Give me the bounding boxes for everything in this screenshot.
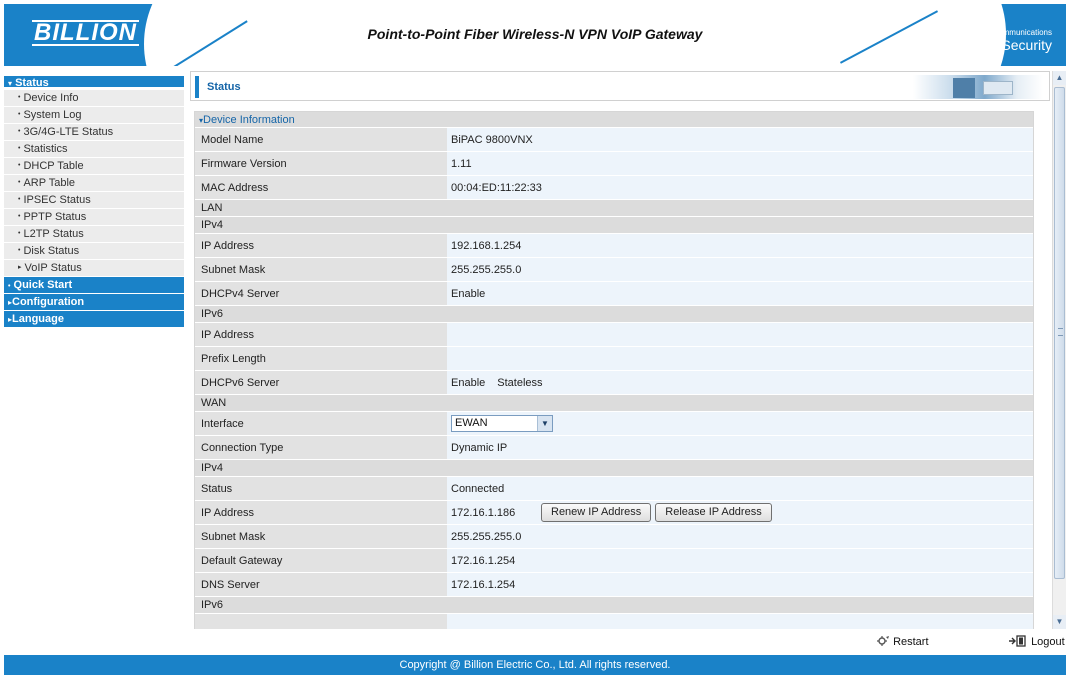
table-row: Status Connected <box>195 477 1033 501</box>
bullet-icon: • <box>18 196 21 204</box>
table-row: DHCPv6 Server Enable Stateless <box>195 371 1033 395</box>
sidebar-status-header[interactable]: ▾ Status <box>4 76 184 90</box>
lan-mask-value: 255.255.255.0 <box>447 258 1033 281</box>
bullet-icon: • <box>18 145 21 153</box>
table-row: Interface EWAN ▼ <box>195 412 1033 436</box>
table-row: Default Gateway 172.16.1.254 <box>195 549 1033 573</box>
lan-dhcpv4-value: Enable <box>447 282 1033 305</box>
chevron-right-icon: ▸ <box>18 264 22 272</box>
sidebar-item-l2tp-status[interactable]: • L2TP Status <box>4 226 184 243</box>
group-wan-ipv6: IPv6 <box>195 597 1033 614</box>
bullet-icon: • <box>18 94 21 102</box>
group-wan-ipv4: IPv4 <box>195 460 1033 477</box>
sidebar-item-3g4g-status[interactable]: • 3G/4G-LTE Status <box>4 124 184 141</box>
wan-dns-value: 172.16.1.254 <box>447 573 1033 596</box>
renew-ip-button[interactable]: Renew IP Address <box>541 503 652 522</box>
product-title: Point-to-Point Fiber Wireless-N VPN VoIP… <box>367 26 703 42</box>
release-ip-button[interactable]: Release IP Address <box>655 503 772 522</box>
bullet-icon: • <box>8 283 11 290</box>
device-information-section: ▾Device Information Model Name BiPAC 9800… <box>194 111 1034 629</box>
lan-ip-value: 192.168.1.254 <box>447 234 1033 257</box>
model-name-value: BiPAC 9800VNX <box>447 128 1033 151</box>
restart-icon <box>877 636 889 646</box>
page-header: Status <box>190 71 1050 101</box>
group-lan-ipv4: IPv4 <box>195 217 1033 234</box>
wan-mask-value: 255.255.255.0 <box>447 525 1033 548</box>
scroll-down-icon[interactable]: ▼ <box>1053 615 1066 629</box>
table-row: DNS Server 172.16.1.254 <box>195 573 1033 597</box>
tagline: Powering communications with Security <box>946 27 1052 53</box>
table-row <box>195 614 1033 629</box>
table-row: Model Name BiPAC 9800VNX <box>195 128 1033 152</box>
wan-ip-value: 172.16.1.186 <box>451 506 516 519</box>
mac-address-value: 00:04:ED:11:22:33 <box>447 176 1033 199</box>
sidebar-configuration[interactable]: ▸Configuration <box>4 294 184 311</box>
office-banner-image <box>913 75 1043 99</box>
table-row: Prefix Length <box>195 347 1033 371</box>
bullet-icon: • <box>18 179 21 187</box>
chevron-down-icon: ▼ <box>537 416 552 431</box>
table-row: Subnet Mask 255.255.255.0 <box>195 258 1033 282</box>
table-row: IP Address 192.168.1.254 <box>195 234 1033 258</box>
bullet-icon: • <box>18 111 21 119</box>
chevron-down-icon: ▾ <box>8 79 13 88</box>
logout-link[interactable]: Logout <box>1008 635 1065 648</box>
bullet-icon: • <box>18 162 21 170</box>
sidebar-item-system-log[interactable]: • System Log <box>4 107 184 124</box>
main-scrollbar[interactable]: ▲ ▼ <box>1052 71 1066 629</box>
header-banner: BILLION Point-to-Point Fiber Wireless-N … <box>4 4 1066 66</box>
table-row: Firmware Version 1.11 <box>195 152 1033 176</box>
interface-select[interactable]: EWAN ▼ <box>451 415 553 432</box>
sidebar-item-ipsec-status[interactable]: • IPSEC Status <box>4 192 184 209</box>
connection-type-value: Dynamic IP <box>447 436 1033 459</box>
sidebar-item-statistics[interactable]: • Statistics <box>4 141 184 158</box>
firmware-version-value: 1.11 <box>447 152 1033 175</box>
table-row: DHCPv4 Server Enable <box>195 282 1033 306</box>
lan-ipv6-value <box>447 323 1033 346</box>
sidebar-item-voip-status[interactable]: ▸ VoIP Status <box>4 260 184 277</box>
restart-link[interactable]: Restart <box>876 635 929 648</box>
bullet-icon: • <box>18 247 21 255</box>
bullet-icon: • <box>18 213 21 221</box>
sidebar-item-dhcp-table[interactable]: • DHCP Table <box>4 158 184 175</box>
table-row: Connection Type Dynamic IP <box>195 436 1033 460</box>
section-title[interactable]: ▾Device Information <box>195 112 1033 128</box>
table-row: MAC Address 00:04:ED:11:22:33 <box>195 176 1033 200</box>
bullet-icon: • <box>18 128 21 136</box>
scroll-up-icon[interactable]: ▲ <box>1053 71 1066 85</box>
sidebar-quick-start[interactable]: • Quick Start <box>4 277 184 294</box>
main-content: Status ▾Device Information Model Name BiP… <box>190 71 1052 629</box>
table-row: Subnet Mask 255.255.255.0 <box>195 525 1033 549</box>
table-row: IP Address 172.16.1.186 Renew IP Address Re… <box>195 501 1033 525</box>
sidebar-item-device-info[interactable]: • Device Info <box>4 90 184 107</box>
copyright-footer: Copyright @ Billion Electric Co., Ltd. A… <box>4 655 1066 675</box>
table-row: IP Address <box>195 323 1033 347</box>
scroll-thumb[interactable] <box>1054 87 1065 579</box>
bullet-icon: • <box>18 230 21 238</box>
logout-icon <box>1009 635 1026 647</box>
group-wan: WAN <box>195 395 1033 412</box>
lan-prefix-value <box>447 347 1033 370</box>
sidebar-item-arp-table[interactable]: • ARP Table <box>4 175 184 192</box>
wan-gateway-value: 172.16.1.254 <box>447 549 1033 572</box>
sidebar-language[interactable]: ▸Language <box>4 311 184 328</box>
sidebar-item-pptp-status[interactable]: • PPTP Status <box>4 209 184 226</box>
group-lan-ipv6: IPv6 <box>195 306 1033 323</box>
group-lan: LAN <box>195 200 1033 217</box>
sidebar-nav: ▾ Status • Device Info • System Log • 3G/4G… <box>4 76 184 328</box>
wan-status-value: Connected <box>447 477 1033 500</box>
page-title: Status <box>207 81 241 93</box>
sidebar-item-disk-status[interactable]: • Disk Status <box>4 243 184 260</box>
bottom-links: Restart Logout <box>0 635 1070 651</box>
lan-dhcpv6-value: Enable Stateless <box>447 371 1033 394</box>
